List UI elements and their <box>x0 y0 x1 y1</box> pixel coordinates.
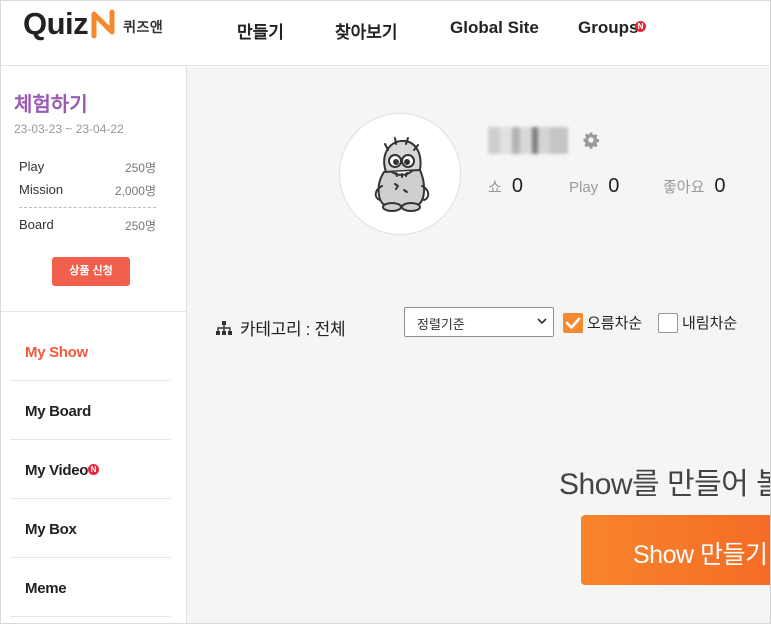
logo-text: Quiz <box>23 6 89 41</box>
quizn-logo[interactable]: Quiz 퀴즈앤 <box>23 6 164 41</box>
sidebar-item-my-box[interactable]: My Box <box>10 499 171 558</box>
sidebar-divider <box>1 311 186 312</box>
sitemap-icon <box>216 320 232 335</box>
new-badge-icon: N <box>88 464 99 475</box>
profile-stat-shows: 쇼 0 <box>488 175 523 198</box>
plan-stat-value: 250명 <box>124 219 156 233</box>
nav-global-site[interactable]: Global Site <box>450 18 539 38</box>
checkbox-checked-icon[interactable] <box>563 312 583 333</box>
apply-product-button[interactable]: 상품 신청 <box>52 257 130 286</box>
new-badge-icon: N <box>635 21 646 32</box>
trial-period: 23-03-23 ~ 23-04-22 <box>14 122 124 136</box>
plan-stat-board: Board 250명 <box>19 217 156 234</box>
monster-avatar-icon <box>374 137 430 212</box>
gear-icon[interactable] <box>582 131 600 149</box>
checkbox-unchecked-icon[interactable] <box>658 312 678 333</box>
sidebar-item-meme[interactable]: Meme <box>10 558 171 617</box>
plan-stat-label: Mission <box>19 182 64 197</box>
descending-label: 내림차순 <box>682 315 738 332</box>
main-content: 쇼 0 Play 0 좋아요 0 카테고리 : 전체 정렬기준 오름차순 내림차… <box>187 67 771 623</box>
ascending-label: 오름차순 <box>587 315 643 332</box>
sort-select[interactable]: 정렬기준 <box>404 307 554 337</box>
profile-stat-play: Play 0 <box>569 175 619 198</box>
nav-groups[interactable]: Groups <box>578 18 638 38</box>
create-show-label: Show 만들기 <box>633 541 768 569</box>
descending-checkbox[interactable]: 내림차순 <box>658 312 737 333</box>
sidebar-item-label: My Video <box>25 462 89 479</box>
sidebar-item-label: Meme <box>25 580 67 597</box>
sidebar-item-label: My Box <box>25 521 77 538</box>
sidebar: 체험하기 23-03-23 ~ 23-04-22 Play 250명 Missi… <box>1 66 187 623</box>
profile-stat-label: 쇼 <box>488 179 502 196</box>
plan-stat-value: 250명 <box>124 161 156 175</box>
sidebar-item-my-board[interactable]: My Board <box>10 381 171 440</box>
empty-state-message: Show를 만들어 볼 <box>559 468 771 501</box>
sidebar-item-my-show[interactable]: My Show <box>10 322 171 381</box>
logo-korean-text: 퀴즈앤 <box>123 19 164 35</box>
nav-create[interactable]: 만들기 <box>237 18 284 43</box>
trial-title[interactable]: 체험하기 <box>14 88 88 117</box>
profile-avatar[interactable] <box>339 113 461 235</box>
sidebar-item-my-video[interactable]: My Video N <box>10 440 171 499</box>
plan-stat-label: Play <box>19 159 45 174</box>
profile-stat-label: Play <box>569 179 599 196</box>
category-label: 카테고리 : 전체 <box>240 320 346 339</box>
profile-stat-value: 0 <box>511 175 523 197</box>
profile-stat-likes: 좋아요 0 <box>663 175 726 198</box>
logo-n-mark-icon <box>91 9 115 39</box>
profile-stat-label: 좋아요 <box>663 179 705 196</box>
ascending-checkbox[interactable]: 오름차순 <box>563 312 642 333</box>
plan-stat-label: Board <box>19 217 54 232</box>
category-filter[interactable]: 카테고리 : 전체 <box>215 315 346 340</box>
sidebar-item-label: My Show <box>25 344 88 361</box>
profile-stat-value: 0 <box>714 175 726 197</box>
create-show-button[interactable]: Show 만들기 <box>581 515 770 585</box>
sort-select-value: 정렬기준 <box>417 317 465 332</box>
username-blurred <box>488 127 568 154</box>
nav-explore[interactable]: 찾아보기 <box>335 18 398 43</box>
sidebar-item-label: My Board <box>25 403 91 420</box>
app-frame: Quiz 퀴즈앤 만들기 찾아보기 Global Site Groups N 체… <box>0 0 771 624</box>
plan-stat-value: 2,000명 <box>114 184 156 198</box>
stat-divider <box>19 207 156 208</box>
profile-stat-value: 0 <box>608 175 620 197</box>
top-header: Quiz 퀴즈앤 만들기 찾아보기 Global Site Groups N <box>1 1 770 66</box>
plan-stat-play: Play 250명 <box>19 159 156 176</box>
plan-stat-mission: Mission 2,000명 <box>19 182 156 199</box>
chevron-down-icon <box>537 318 547 325</box>
